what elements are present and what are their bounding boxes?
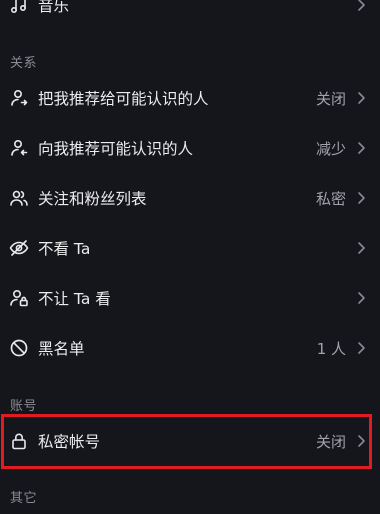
chevron-right-icon — [356, 433, 366, 449]
settings-item-value: 减少 — [315, 139, 346, 158]
settings-item-recommend-to-me[interactable]: 向我推荐可能认识的人 减少 — [0, 123, 380, 173]
settings-item-value: 关闭 — [315, 432, 346, 451]
settings-item-label: 黑名单 — [38, 340, 85, 358]
settings-item-label: 不让 Ta 看 — [38, 290, 111, 308]
user-recommend-icon — [9, 138, 29, 158]
privacy-settings-screen: 音乐 关系 把我推荐给可能认识的人 关闭 向我推荐可能认识的人 减少 关注和粉丝… — [0, 0, 380, 514]
section-header-relations: 关系 — [10, 56, 38, 71]
settings-item-follow-fans-list[interactable]: 关注和粉丝列表 私密 — [0, 173, 380, 223]
settings-item-recommend-me[interactable]: 把我推荐给可能认识的人 关闭 — [0, 73, 380, 123]
settings-item-label: 向我推荐可能认识的人 — [38, 140, 194, 158]
chevron-right-icon — [356, 340, 366, 356]
settings-item-hide-from-them[interactable]: 不让 Ta 看 — [0, 273, 380, 323]
users-icon — [9, 188, 29, 208]
settings-item-label: 不看 Ta — [38, 240, 91, 258]
settings-item-value: 私密 — [315, 189, 346, 208]
chevron-right-icon — [356, 0, 366, 13]
settings-item-dont-see-them[interactable]: 不看 Ta — [0, 223, 380, 273]
chevron-right-icon — [356, 240, 366, 256]
settings-item-label: 关注和粉丝列表 — [38, 190, 147, 208]
user-lock-icon — [9, 288, 29, 308]
settings-item-label: 音乐 — [38, 0, 70, 15]
section-header-other: 其它 — [10, 491, 38, 506]
settings-item-value: 1 人 — [316, 339, 346, 358]
chevron-right-icon — [356, 90, 366, 106]
settings-item-label: 私密帐号 — [38, 433, 101, 451]
section-header-account: 账号 — [10, 399, 38, 414]
settings-item-private-account[interactable]: 私密帐号 关闭 — [0, 416, 380, 466]
settings-item-blacklist[interactable]: 黑名单 1 人 — [0, 323, 380, 373]
user-share-icon — [9, 88, 29, 108]
music-note-icon — [9, 0, 29, 15]
settings-item-music[interactable]: 音乐 — [0, 0, 380, 30]
lock-icon — [9, 431, 29, 451]
settings-item-label: 把我推荐给可能认识的人 — [38, 90, 209, 108]
chevron-right-icon — [356, 290, 366, 306]
chevron-right-icon — [356, 190, 366, 206]
eye-off-icon — [9, 238, 29, 258]
block-icon — [9, 338, 29, 358]
chevron-right-icon — [356, 140, 366, 156]
settings-item-value: 关闭 — [315, 89, 346, 108]
